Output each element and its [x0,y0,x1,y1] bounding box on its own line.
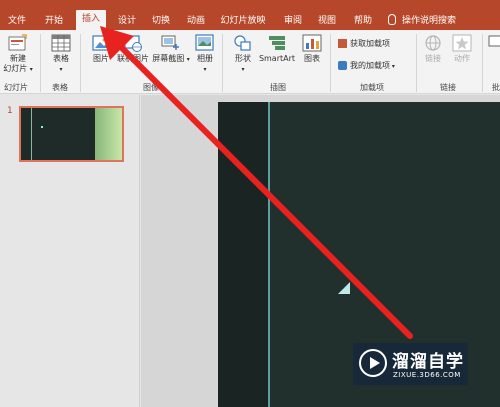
photo-album-button[interactable]: 相册 ▾ [193,34,217,75]
group-separator [330,34,331,92]
smartart-button[interactable]: SmartArt [258,34,296,64]
slide-thumbnails-panel: 1 [0,95,140,407]
thumbnail-green-panel [95,108,122,160]
group-separator [80,34,81,92]
tab-file[interactable]: 文件 [4,12,30,30]
slide-dark-stripe [218,102,268,407]
shapes-button[interactable]: 形状 ▾ [231,34,255,75]
shapes-icon [234,35,251,51]
tab-help[interactable]: 帮助 [350,12,376,30]
store-icon [338,39,347,48]
tell-me-search[interactable]: 操作说明搜索 [388,12,456,30]
tab-review[interactable]: 审阅 [280,12,306,30]
powerpoint-window: 文件 开始 插入 设计 切换 动画 幻灯片放映 审阅 视图 帮助 操作说明搜索 … [0,0,500,407]
pictures-button[interactable]: 图片 [89,34,113,64]
tab-animations[interactable]: 动画 [183,12,209,30]
action-star-icon [452,34,472,52]
group-addins-label: 加载项 [360,83,384,92]
new-slide-icon [8,34,27,51]
tab-home[interactable]: 开始 [40,12,68,30]
group-separator [482,34,483,92]
screenshot-button[interactable]: 屏幕截图 ▾ [152,34,190,65]
thumbnail-dot [41,126,43,128]
tab-transitions[interactable]: 切换 [148,12,174,30]
tell-me-label: 操作说明搜索 [402,16,457,26]
smartart-icon [269,36,285,50]
tab-view[interactable]: 视图 [314,12,340,30]
action-button[interactable]: 动作 [450,34,474,64]
thumbnail-line [31,108,32,160]
ribbon-tab-bar: 文件 开始 插入 设计 切换 动画 幻灯片放映 审阅 视图 帮助 操作说明搜索 [0,6,500,30]
lightbulb-icon [388,14,396,25]
photo-album-label: 相册 [197,54,213,63]
new-slide-label-2: 幻灯片 [3,64,28,73]
group-illustrations-label: 插图 [270,83,286,92]
get-addins-button[interactable]: 获取加载项 [338,38,390,50]
screenshot-label: 屏幕截图 [152,54,185,63]
slide-number: 1 [7,106,13,116]
my-addins-label: 我的加载项 [350,61,390,70]
slide-triangle-shape [338,282,350,294]
shapes-label: 形状 [235,54,251,63]
play-logo-icon [359,349,387,377]
tab-slideshow[interactable]: 幻灯片放映 [218,12,268,30]
link-label: 链接 [425,54,441,63]
group-slides-label: 幻灯片 [4,83,28,92]
table-button[interactable]: 表格 ▾ [47,34,75,75]
table-icon [51,34,71,52]
new-slide-button[interactable]: 新建 幻灯片 ▾ [3,34,33,75]
watermark: 溜溜自学 ZIXUE.3D66.COM [353,343,468,385]
chart-button[interactable]: 图表 [300,34,324,64]
watermark-url: ZIXUE.3D66.COM [393,371,461,379]
picture-icon [92,35,110,51]
slide-thumbnail[interactable] [19,106,124,162]
chart-icon [302,34,322,52]
link-icon [425,35,441,51]
group-separator [416,34,417,92]
screenshot-icon [161,35,179,50]
photo-album-icon [195,34,214,51]
group-images-label: 图像 [143,83,159,92]
my-addins-button[interactable]: 我的加载项 ▾ [338,60,395,73]
group-tables-label: 表格 [52,83,68,92]
ribbon-insert: 新建 幻灯片 ▾ 表格 ▾ 图片 联机图片 屏幕截图 ▾ 相册 ▾ 图像 形状 … [0,30,500,94]
group-links-label: 链接 [440,83,456,92]
watermark-title: 溜溜自学 [392,352,464,372]
smartart-label: SmartArt [258,54,296,63]
tab-insert[interactable]: 插入 [76,10,106,30]
chart-label: 图表 [304,54,320,63]
get-addins-label: 获取加载项 [350,39,390,48]
online-pictures-button[interactable]: 联机图片 [116,34,150,64]
comment-icon [488,35,500,47]
group-more-label: 批 [492,83,500,92]
new-slide-label-1: 新建 [10,54,26,63]
more-group-button[interactable] [488,34,500,54]
pictures-label: 图片 [93,54,109,63]
table-label: 表格 [53,54,69,63]
tab-design[interactable]: 设计 [114,12,140,30]
online-pictures-label: 联机图片 [117,54,149,63]
action-label: 动作 [454,54,470,63]
link-button[interactable]: 链接 [422,34,444,64]
addins-icon [338,61,347,70]
online-picture-icon [124,35,142,52]
slide-accent-line [268,102,270,407]
group-separator [40,34,41,92]
group-separator [222,34,223,92]
